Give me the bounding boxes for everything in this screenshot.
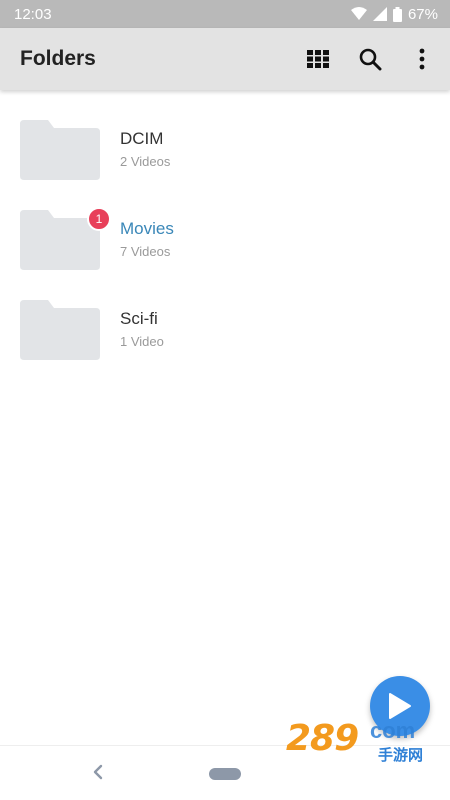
battery-percent: 67% — [407, 5, 438, 23]
watermark-logo: 289 com 手游网 — [286, 718, 436, 768]
battery-icon — [392, 6, 402, 22]
screen: 12:03 67% Folders DCIM 2 Videos Movies 7… — [0, 0, 450, 800]
folder-video-count: 2 Videos — [120, 154, 171, 169]
status-icons: 67% — [350, 5, 438, 23]
app-actions — [304, 45, 436, 73]
grid-view-icon[interactable] — [304, 45, 332, 73]
more-vert-icon[interactable] — [408, 45, 436, 73]
signal-icon — [372, 7, 387, 21]
app-bar: Folders — [0, 28, 450, 90]
status-bar: 12:03 67% — [0, 0, 450, 28]
folder-text: Sci-fi 1 Video — [120, 308, 164, 349]
folder-name: Sci-fi — [120, 309, 158, 328]
wifi-icon — [350, 7, 367, 21]
search-icon[interactable] — [356, 45, 384, 73]
folder-item-sci-fi[interactable]: Sci-fi 1 Video — [0, 290, 450, 380]
folder-text: DCIM 2 Videos — [120, 128, 170, 169]
play-icon — [389, 693, 411, 719]
folder-video-count: 7 Videos — [120, 244, 171, 259]
new-items-badge: 1 — [87, 207, 111, 231]
folder-item-dcim[interactable]: DCIM 2 Videos — [0, 110, 450, 200]
folder-video-count: 1 Video — [120, 334, 164, 349]
page-title: Folders — [20, 47, 96, 70]
home-pill-icon[interactable] — [209, 768, 241, 780]
back-icon[interactable] — [88, 762, 108, 782]
folder-text: Movies 7 Videos — [120, 218, 174, 259]
folder-list: DCIM 2 Videos Movies 7 Videos Sci-fi 1 V… — [0, 110, 450, 380]
folder-item-movies[interactable]: Movies 7 Videos — [0, 200, 450, 290]
folder-name: Movies — [120, 219, 174, 238]
status-time: 12:03 — [14, 5, 52, 23]
watermark-chinese: 手游网 — [378, 747, 424, 764]
watermark-suffix: com — [370, 718, 416, 743]
folder-name: DCIM — [120, 129, 164, 148]
watermark-number: 289 — [286, 718, 359, 759]
folder-icon — [20, 120, 100, 180]
folder-icon — [20, 300, 100, 360]
